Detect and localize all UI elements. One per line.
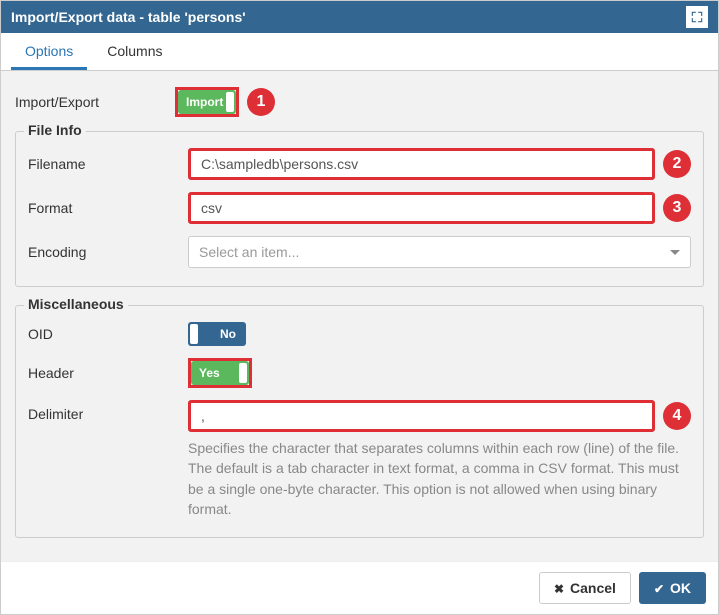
encoding-placeholder: Select an item...	[199, 244, 299, 260]
fieldset-miscellaneous: Miscellaneous OID No Header Yes	[15, 305, 704, 538]
import-export-toggle[interactable]: Import	[178, 90, 236, 114]
header-label: Header	[28, 365, 188, 381]
ok-button[interactable]: OK	[639, 572, 706, 604]
badge-2: 2	[663, 150, 691, 178]
tab-options[interactable]: Options	[11, 33, 87, 70]
import-export-value: Import	[186, 95, 223, 109]
delimiter-input[interactable]	[188, 400, 655, 432]
filename-label: Filename	[28, 156, 188, 172]
header-value: Yes	[199, 366, 220, 380]
cancel-button[interactable]: Cancel	[539, 572, 631, 604]
row-header: Header Yes	[28, 352, 691, 394]
chevron-down-icon	[670, 250, 680, 255]
misc-legend: Miscellaneous	[24, 296, 128, 312]
row-import-export: Import/Export Import 1	[15, 81, 704, 123]
check-icon	[654, 580, 664, 596]
filename-input[interactable]	[188, 148, 655, 180]
tabs: Options Columns	[1, 33, 718, 71]
encoding-select[interactable]: Select an item...	[188, 236, 691, 268]
format-input[interactable]	[188, 192, 655, 224]
dialog: Import/Export data - table 'persons' Opt…	[0, 0, 719, 615]
oid-value: No	[220, 327, 236, 341]
expand-icon	[690, 10, 704, 24]
row-filename: Filename 2	[28, 142, 691, 186]
delimiter-helptext: Specifies the character that separates c…	[188, 438, 691, 519]
format-label: Format	[28, 200, 188, 216]
expand-button[interactable]	[686, 6, 708, 28]
badge-4: 4	[663, 402, 691, 430]
tab-columns[interactable]: Columns	[93, 33, 176, 70]
dialog-body[interactable]: Import/Export Import 1 File Info Filenam…	[1, 71, 718, 561]
oid-label: OID	[28, 326, 188, 342]
delimiter-label: Delimiter	[28, 400, 188, 422]
import-export-label: Import/Export	[15, 94, 175, 110]
cancel-label: Cancel	[570, 580, 616, 596]
row-oid: OID No	[28, 316, 691, 352]
close-icon	[554, 580, 564, 596]
oid-toggle[interactable]: No	[188, 322, 246, 346]
dialog-title: Import/Export data - table 'persons'	[11, 9, 246, 25]
row-delimiter: Delimiter 4 Specifies the character that…	[28, 394, 691, 525]
fieldset-file-info: File Info Filename 2 Format 3 Encoding	[15, 131, 704, 287]
toggle-knob	[226, 92, 234, 112]
header-toggle[interactable]: Yes	[191, 361, 249, 385]
titlebar: Import/Export data - table 'persons'	[1, 1, 718, 33]
encoding-label: Encoding	[28, 244, 188, 260]
toggle-knob	[239, 363, 247, 383]
badge-3: 3	[663, 194, 691, 222]
file-info-legend: File Info	[24, 122, 86, 138]
row-format: Format 3	[28, 186, 691, 230]
footer: Cancel OK	[1, 561, 718, 614]
row-encoding: Encoding Select an item...	[28, 230, 691, 274]
ok-label: OK	[670, 580, 691, 596]
toggle-knob	[190, 324, 198, 344]
badge-1: 1	[247, 88, 275, 116]
